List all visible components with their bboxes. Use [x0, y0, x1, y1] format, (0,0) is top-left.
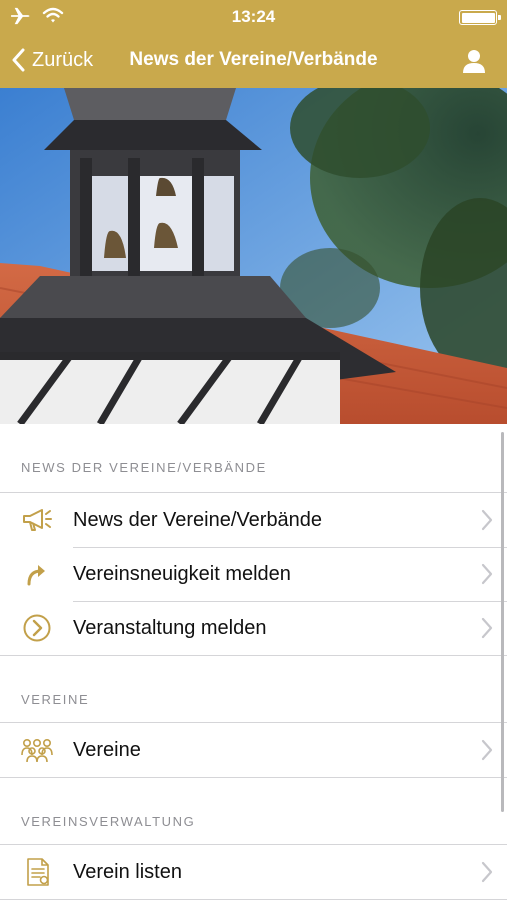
- section-header-club-admin: VEREINSVERWALTUNG: [21, 814, 196, 829]
- navigation-bar: Zurück News der Vereine/Verbände: [0, 34, 507, 88]
- megaphone-icon: [0, 493, 73, 547]
- menu-item-report-news[interactable]: Vereinsneuigkeit melden: [0, 547, 507, 601]
- menu-item-label: Verein listen: [73, 860, 182, 883]
- menu-item-label: Veranstaltung melden: [73, 616, 267, 639]
- menu-list: NEWS DER VEREINE/VERBÄNDE News der Verei…: [0, 424, 507, 900]
- menu-item-label: Vereinsneuigkeit melden: [73, 562, 291, 585]
- menu-item-report-event[interactable]: Veranstaltung melden: [0, 601, 507, 655]
- group-club-admin: Verein listen: [0, 844, 507, 900]
- group-clubs: Vereine: [0, 722, 507, 778]
- circle-chevron-icon: [0, 601, 73, 655]
- group-news: News der Vereine/Verbände Vereinsneuigke…: [0, 492, 507, 656]
- bell-tower-picture: [0, 88, 507, 424]
- document-list-icon: [0, 845, 73, 899]
- share-arrow-icon: [0, 547, 73, 601]
- menu-item-clubs[interactable]: Vereine: [0, 723, 507, 777]
- top-bar: 13:24 Zurück News der Vereine/Verbände: [0, 0, 507, 88]
- menu-item-list-club[interactable]: Verein listen: [0, 845, 507, 899]
- group-icon: [0, 723, 73, 777]
- hero-image: [0, 88, 507, 424]
- status-bar: 13:24: [0, 0, 507, 34]
- section-header-clubs: VEREINE: [21, 692, 90, 707]
- section-header-news: NEWS DER VEREINE/VERBÄNDE: [21, 460, 267, 475]
- chevron-right-icon: [467, 861, 507, 883]
- menu-item-label: News der Vereine/Verbände: [73, 508, 323, 531]
- page-title: News der Vereine/Verbände: [129, 49, 378, 70]
- status-time: 13:24: [231, 7, 276, 26]
- scrollbar[interactable]: [501, 432, 504, 812]
- battery-icon: [459, 10, 501, 25]
- menu-item-label: Vereine: [73, 738, 141, 761]
- profile-icon[interactable]: [461, 48, 487, 74]
- menu-item-news[interactable]: News der Vereine/Verbände: [0, 493, 507, 547]
